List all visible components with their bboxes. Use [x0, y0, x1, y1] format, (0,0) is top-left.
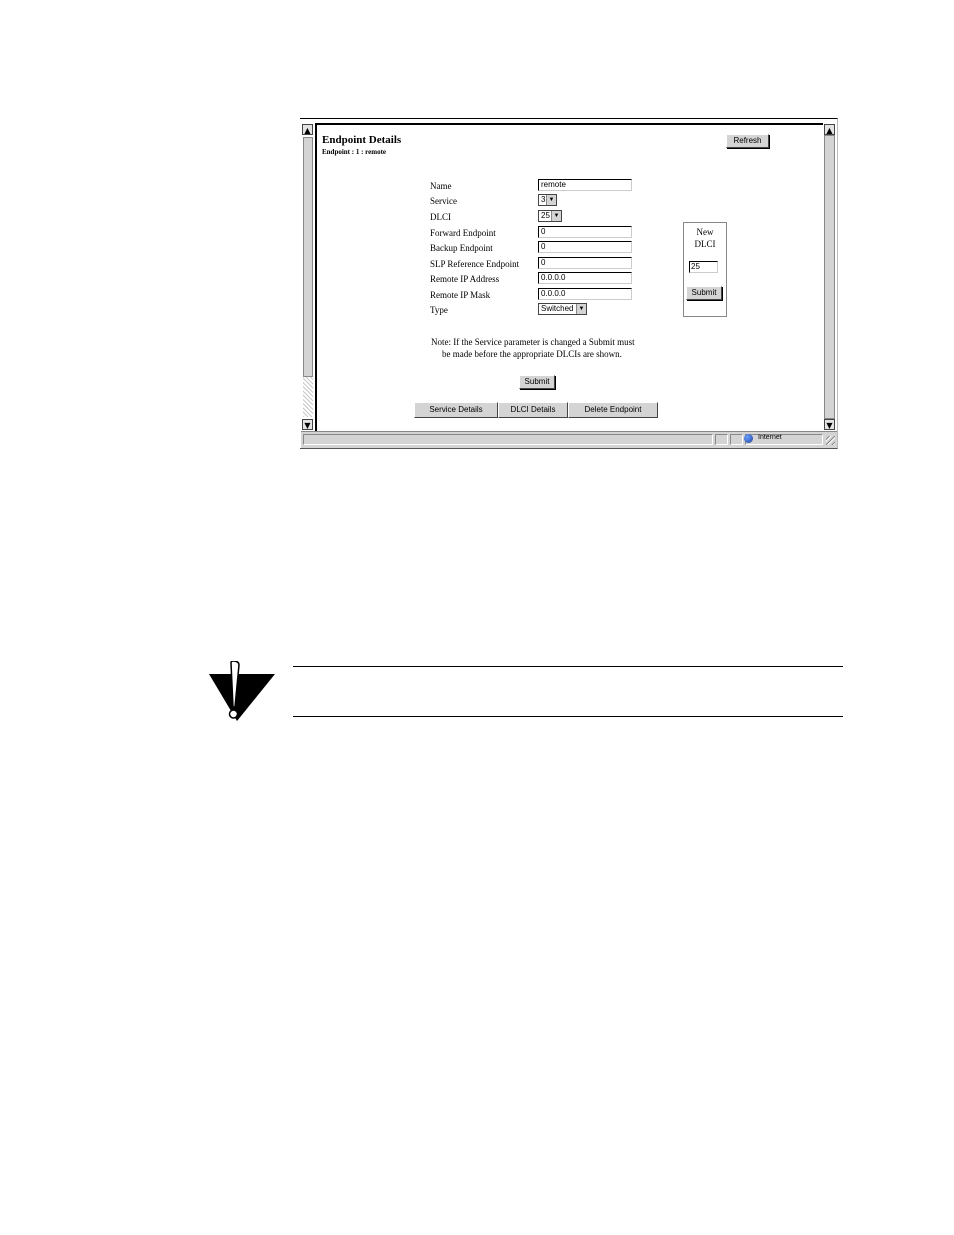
tab-service-details[interactable]: Service Details — [414, 402, 498, 418]
slp-reference-endpoint-label: SLP Reference Endpoint — [430, 259, 520, 269]
chevron-down-icon[interactable]: ▼ — [546, 195, 556, 205]
status-text-area — [303, 434, 713, 445]
remote-ip-mask-label: Remote IP Mask — [430, 290, 491, 300]
dlci-label: DLCI — [430, 212, 451, 222]
chevron-down-icon[interactable]: ▼ — [576, 304, 586, 314]
new-dlci-label-line2: DLCI — [694, 239, 716, 249]
forward-endpoint-label: Forward Endpoint — [430, 228, 496, 238]
scroll-thumb[interactable] — [824, 135, 835, 419]
type-select-value: Switched — [541, 304, 574, 313]
note-line-1: Note: If the Service parameter is change… — [431, 337, 635, 347]
scroll-thumb[interactable] — [303, 137, 313, 377]
status-bar — [301, 431, 837, 448]
scroll-up-icon[interactable]: ▲ — [302, 124, 313, 135]
service-select-value: 3 — [541, 195, 546, 204]
type-label: Type — [430, 305, 448, 315]
globe-icon — [744, 434, 753, 443]
zone-segment — [745, 434, 823, 445]
status-segment — [730, 434, 743, 445]
remote-ip-address-label: Remote IP Address — [430, 274, 500, 284]
backup-endpoint-input[interactable]: 0 — [538, 241, 632, 253]
divider-bottom — [293, 716, 843, 717]
service-label: Service — [430, 196, 457, 206]
new-dlci-input[interactable]: 25 — [689, 261, 718, 273]
note-line-2: be made before the appropriate DLCIs are… — [442, 349, 622, 359]
left-scrollbar[interactable]: ▲ ▼ — [301, 123, 317, 431]
zone-label: Internet — [758, 434, 782, 441]
right-scrollbar[interactable]: ▲ ▼ — [823, 123, 836, 431]
scroll-down-icon[interactable]: ▼ — [824, 419, 835, 430]
dlci-select[interactable]: 25 ▼ — [538, 210, 562, 222]
scroll-up-icon[interactable]: ▲ — [824, 124, 835, 135]
remote-ip-mask-input[interactable]: 0.0.0.0 — [538, 288, 632, 300]
name-input[interactable]: remote — [538, 179, 632, 191]
new-dlci-panel: New DLCI 25 Submit — [683, 222, 727, 317]
status-segment — [715, 434, 728, 445]
new-dlci-label-line1: New — [696, 227, 714, 237]
resize-grip-icon[interactable] — [826, 436, 835, 445]
dlci-select-value: 25 — [541, 211, 550, 220]
chevron-down-icon[interactable]: ▼ — [551, 211, 561, 221]
scroll-down-icon[interactable]: ▼ — [302, 419, 313, 430]
name-label: Name — [430, 181, 452, 191]
remote-ip-address-input[interactable]: 0.0.0.0 — [538, 272, 632, 284]
service-select[interactable]: 3 ▼ — [538, 194, 557, 206]
tab-delete-endpoint[interactable]: Delete Endpoint — [568, 402, 658, 418]
type-select[interactable]: Switched ▼ — [538, 303, 587, 315]
slp-reference-endpoint-input[interactable]: 0 — [538, 257, 632, 269]
page-title: Endpoint Details — [322, 134, 402, 146]
page-subtitle: Endpoint : 1 : remote — [322, 148, 387, 156]
submit-button[interactable]: Submit — [519, 375, 555, 389]
forward-endpoint-input[interactable]: 0 — [538, 226, 632, 238]
tab-dlci-details[interactable]: DLCI Details — [498, 402, 568, 418]
endpoint-nav-tabs: Service Details DLCI Details Delete Endp… — [414, 402, 658, 418]
new-dlci-label: New DLCI — [684, 226, 726, 250]
divider-top — [293, 666, 843, 667]
backup-endpoint-label: Backup Endpoint — [430, 243, 493, 253]
frame-border — [315, 123, 823, 125]
caution-icon — [209, 661, 275, 721]
refresh-button[interactable]: Refresh — [726, 134, 769, 148]
new-dlci-submit-button[interactable]: Submit — [686, 286, 722, 300]
note-text: Note: If the Service parameter is change… — [431, 336, 635, 360]
